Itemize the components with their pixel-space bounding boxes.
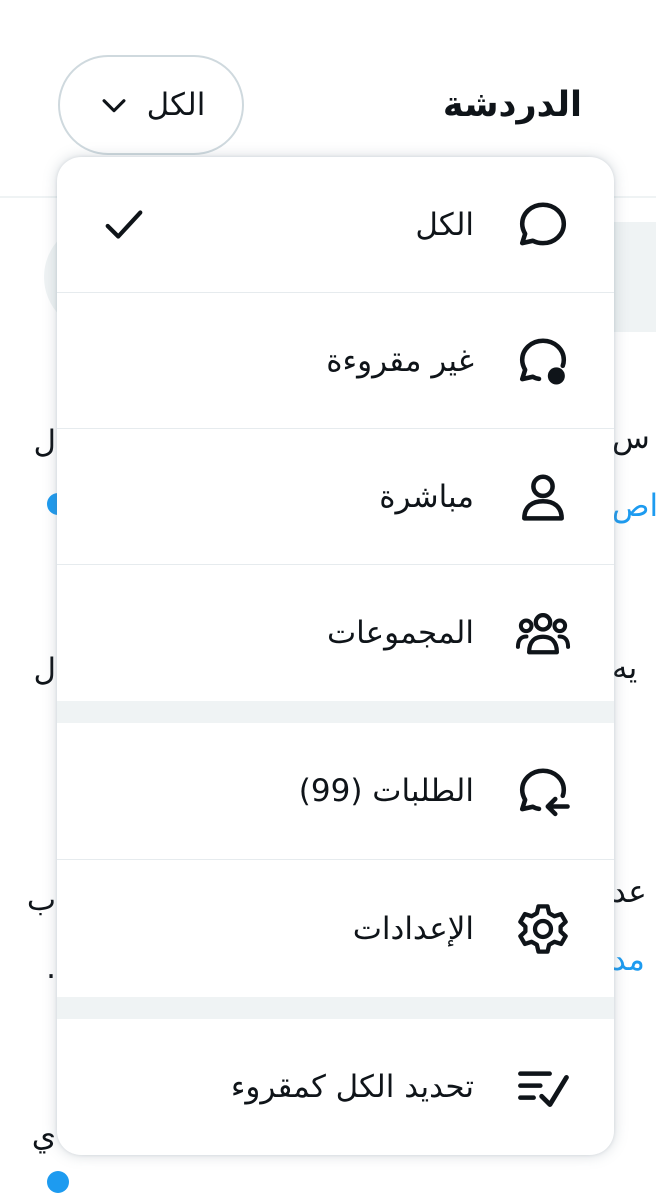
mark-read-icon [510, 1054, 576, 1120]
menu-item-mark-all-read[interactable]: تحديد الكل كمقروء [57, 1019, 614, 1155]
page-title: الدردشة [442, 85, 582, 125]
filter-label: الكل [146, 87, 206, 123]
menu-item-settings[interactable]: الإعدادات [57, 860, 614, 997]
menu-item-all[interactable]: الكل [57, 157, 614, 292]
conversation-preview-name: يه [612, 650, 638, 686]
gear-icon [510, 896, 576, 962]
menu-item-label: المجموعات [326, 615, 474, 651]
menu-item-label: تحديد الكل كمقروء [230, 1069, 474, 1105]
conversation-preview-snippet: مد [612, 942, 645, 978]
chat-bubble-icon [510, 192, 576, 258]
message-request-icon [510, 758, 576, 824]
conversation-preview-time: ل [33, 424, 56, 460]
menu-item-label: مباشرة [379, 478, 474, 515]
conversation-preview-snippet: . [46, 950, 56, 986]
conversation-preview-name: ن س [612, 420, 656, 456]
menu-item-unread[interactable]: غير مقروءة [57, 293, 614, 428]
chevron-down-icon [102, 99, 126, 113]
menu-item-label: الكل [415, 206, 474, 243]
conversation-preview-time: ل [33, 652, 56, 688]
unread-dot [47, 1171, 69, 1193]
menu-item-requests[interactable]: الطلبات (99) [57, 723, 614, 859]
conversation-preview-name: عد [612, 874, 647, 910]
group-icon [510, 600, 576, 666]
menu-group-divider [57, 997, 614, 1019]
person-icon [510, 464, 576, 530]
menu-item-label: غير مقروءة [326, 342, 474, 379]
chat-screen: الدردشة الكل ن س اص ل يه ل عد مد ب . ي ا… [0, 0, 656, 1200]
unread-chat-icon [510, 328, 576, 394]
conversation-preview-time: ي [31, 1118, 56, 1154]
menu-item-groups[interactable]: المجموعات [57, 565, 614, 701]
checkmark-icon [105, 209, 143, 239]
filter-dropdown-button[interactable]: الكل [58, 55, 244, 155]
menu-group-divider [57, 701, 614, 723]
conversation-preview-time: ب [26, 882, 56, 918]
menu-item-direct[interactable]: مباشرة [57, 429, 614, 564]
menu-item-label: الإعدادات [352, 910, 474, 947]
filter-dropdown-menu: الكل غير مقروءة مباشرة المجموعات الطلبات… [57, 157, 614, 1155]
menu-item-label: الطلبات (99) [298, 773, 474, 809]
conversation-preview-snippet: اص [612, 488, 656, 524]
